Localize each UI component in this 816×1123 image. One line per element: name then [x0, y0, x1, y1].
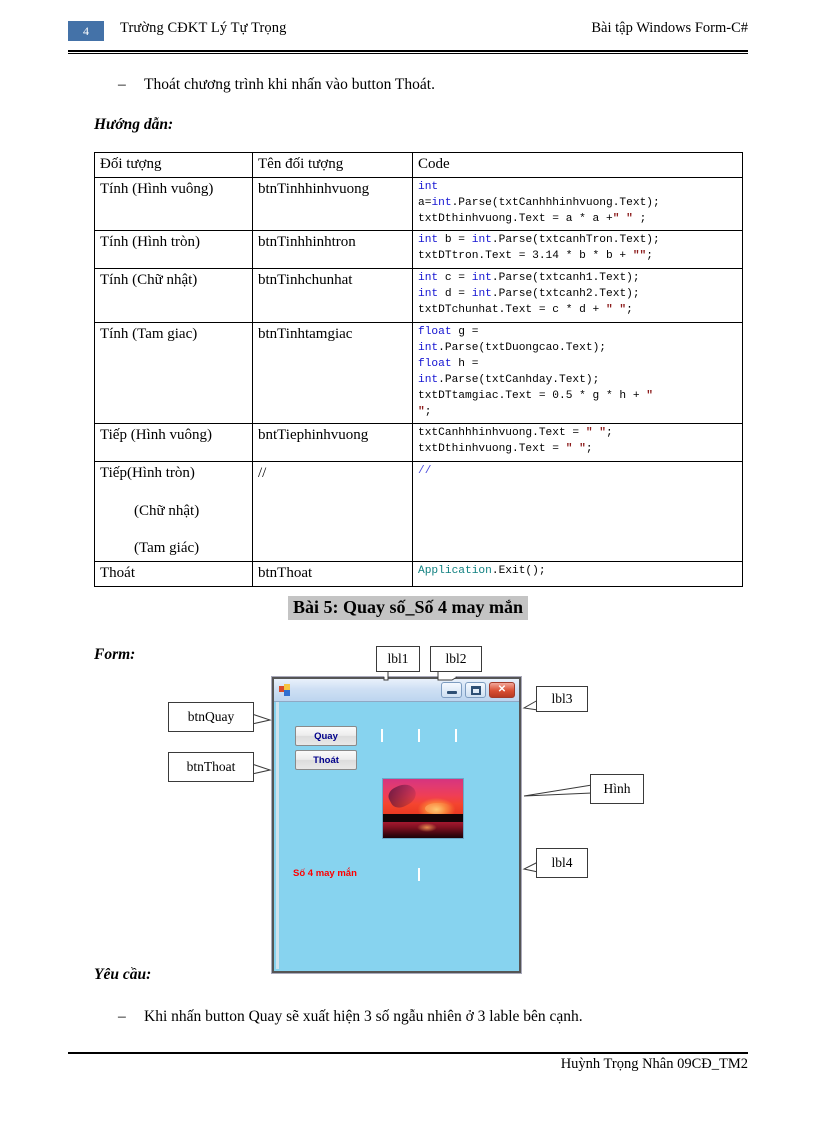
row-code: int a=int.Parse(txtCanhhhinhvuong.Text);… — [412, 176, 743, 232]
bai5-title-text: Bài 5: Quay số_Số 4 may mắn — [287, 596, 529, 620]
yeu-cau-label: Yêu cầu: — [94, 966, 152, 983]
row-name: btnTinhhinhvuong — [252, 176, 413, 232]
label-lbl4-placeholder — [418, 868, 420, 881]
intro-bullet-text: Thoát chương trình khi nhấn vào button T… — [144, 76, 435, 93]
header-divider — [68, 50, 748, 54]
label-lbl2-placeholder — [418, 729, 420, 742]
row-object-line2: (Chữ nhật) — [134, 502, 200, 519]
row-object: Tiếp(Hình tròn) (Chữ nhật) (Tam giác) — [94, 461, 253, 562]
callout-hinh-text: Hình — [603, 781, 631, 796]
window-controls: ✕ — [441, 682, 515, 698]
footer-divider — [68, 1052, 748, 1054]
page-number-badge: 4 — [68, 21, 104, 41]
minimize-button[interactable] — [441, 682, 462, 698]
callout-lbl1: lbl1 — [376, 646, 420, 672]
application-icon — [279, 684, 290, 696]
row-object: Tính (Tam giac) — [94, 321, 253, 425]
bullet-dash-icon: – — [118, 1008, 126, 1025]
row-code: int b = int.Parse(txtcanhTron.Text); txt… — [412, 230, 743, 270]
row-object: Tính (Hình vuông) — [94, 176, 253, 232]
row-name: btnThoat — [252, 561, 413, 587]
table-row: Tính (Hình tròn) btnTinhhinhtron int b =… — [94, 230, 743, 270]
row-object: Thoát — [94, 561, 253, 587]
callout-lbl3: lbl3 — [536, 686, 588, 712]
table-row: Tiếp (Hình vuông) bntTiephinhvuong txtCa… — [94, 423, 743, 463]
row-object-line1: Tiếp(Hình tròn) — [100, 465, 195, 482]
callout-lbl2: lbl2 — [430, 646, 482, 672]
yeu-cau-bullet: – Khi nhấn button Quay sẽ xuất hiện 3 số … — [118, 1008, 583, 1026]
mock-window: ✕ Quay Thoát Số 4 may mắn — [272, 677, 521, 973]
table-header-object: Đối tượng — [94, 152, 253, 178]
table-header-code: Code — [412, 152, 743, 178]
maximize-button[interactable] — [465, 682, 486, 698]
table-row: Tính (Tam giac) btnTinhtamgiac float g =… — [94, 321, 743, 425]
picture-horizon — [383, 814, 463, 823]
row-name: btnTinhtamgiac — [252, 321, 413, 425]
row-code: int c = int.Parse(txtcanh1.Text); int d … — [412, 268, 743, 323]
table-row: Tính (Chữ nhật) btnTinhchunhat int c = i… — [94, 268, 743, 323]
row-object-line3: (Tam giác) — [134, 540, 200, 557]
row-name: btnTinhchunhat — [252, 268, 413, 323]
table-row: Tính (Hình vuông) btnTinhhinhvuong int a… — [94, 176, 743, 232]
table-header-name: Tên đối tượng — [252, 152, 413, 178]
table-row: Tiếp(Hình tròn) (Chữ nhật) (Tam giác) //… — [94, 461, 743, 562]
callout-lbl4-text: lbl4 — [551, 855, 573, 870]
page-header: 4 Trường CĐKT Lý Tự Trọng Bài tập Window… — [0, 0, 816, 58]
row-name: bntTiephinhvuong — [252, 423, 413, 463]
close-icon: ✕ — [497, 684, 507, 695]
minimize-icon — [447, 691, 457, 694]
bai5-title: Bài 5: Quay số_Số 4 may mắn — [0, 596, 816, 620]
callout-btnthoat-text: btnThoat — [186, 759, 236, 774]
callout-lbl4: lbl4 — [536, 848, 588, 878]
table-row: Thoát btnThoat Application.Exit(); — [94, 561, 743, 587]
row-code: // — [412, 461, 743, 562]
row-code: txtCanhhhinhvuong.Text = " "; txtDthinhv… — [412, 423, 743, 463]
row-name: btnTinhhinhtron — [252, 230, 413, 270]
row-code: Application.Exit(); — [412, 561, 743, 587]
bullet-dash-icon: – — [118, 76, 126, 93]
header-row: 4 Trường CĐKT Lý Tự Trọng Bài tập Window… — [68, 20, 748, 46]
callout-btnthoat: btnThoat — [168, 752, 254, 782]
row-code: float g = int.Parse(txtDuongcao.Text); f… — [412, 321, 743, 425]
row-object: Tính (Chữ nhật) — [94, 268, 253, 323]
picture-cloud-streak-2 — [424, 802, 452, 815]
callout-btnquay: btnQuay — [168, 702, 254, 732]
footer-text: Huỳnh Trọng Nhân 09CĐ_TM2 — [560, 1056, 748, 1072]
row-object: Tiếp (Hình vuông) — [94, 423, 253, 463]
picture-water-reflection — [416, 822, 438, 833]
huong-dan-label: Hướng dẫn: — [94, 116, 174, 133]
callout-hinh: Hình — [590, 774, 644, 804]
row-object: Tính (Hình tròn) — [94, 230, 253, 270]
form-mockup-area: lbl1 lbl2 lbl3 Hình lbl4 btnQuay btnThoa… — [0, 636, 816, 973]
window-client-area: Quay Thoát Số 4 may mắn — [276, 702, 517, 969]
picture-box — [382, 778, 464, 839]
quay-button[interactable]: Quay — [295, 726, 357, 746]
header-right-text: Bài tập Windows Form-C# — [591, 20, 748, 36]
callout-lbl2-text: lbl2 — [445, 651, 467, 666]
thoat-button[interactable]: Thoát — [295, 750, 357, 770]
code-table: Đối tượng Tên đối tượng Code Tính (Hình … — [94, 152, 743, 587]
maximize-icon — [471, 686, 481, 695]
label-lbl1-placeholder — [381, 729, 383, 742]
yeu-cau-bullet-text: Khi nhấn button Quay sẽ xuất hiện 3 số n… — [144, 1008, 583, 1025]
intro-bullet: – Thoát chương trình khi nhấn vào button … — [118, 76, 435, 94]
close-button[interactable]: ✕ — [489, 682, 515, 698]
callout-lbl1-text: lbl1 — [387, 651, 409, 666]
window-titlebar[interactable]: ✕ — [274, 679, 519, 702]
row-name: // — [252, 461, 413, 562]
header-left-text: Trường CĐKT Lý Tự Trọng — [120, 20, 287, 36]
label-lbl3-placeholder — [455, 729, 457, 742]
lucky-number-label: Số 4 may mắn — [293, 868, 357, 879]
table-header-row: Đối tượng Tên đối tượng Code — [94, 152, 743, 178]
callout-btnquay-text: btnQuay — [187, 709, 235, 724]
callout-lbl3-text: lbl3 — [551, 691, 573, 706]
